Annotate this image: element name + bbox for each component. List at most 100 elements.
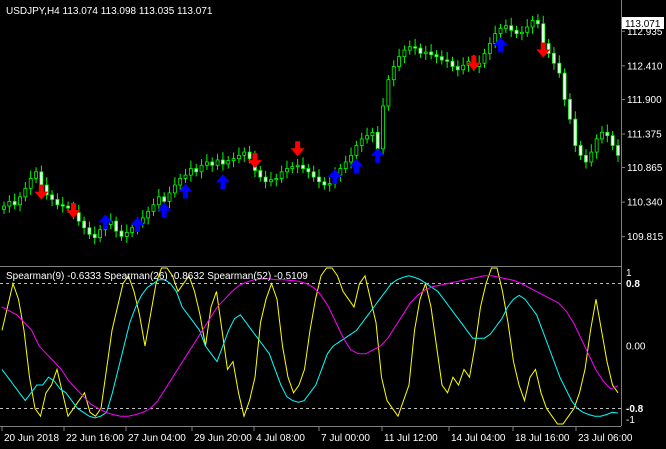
candle bbox=[343, 155, 348, 174]
indicator-tick-label: -0.8 bbox=[626, 404, 644, 415]
current-price-tag: 113.071 bbox=[622, 17, 664, 30]
candle bbox=[119, 224, 124, 241]
candle bbox=[429, 44, 434, 60]
candle bbox=[327, 177, 332, 192]
candle bbox=[92, 226, 97, 245]
candle bbox=[605, 124, 610, 143]
candle bbox=[397, 48, 401, 72]
candle bbox=[487, 37, 492, 60]
candle bbox=[381, 98, 385, 156]
sell-arrow-icon bbox=[290, 141, 305, 157]
candle bbox=[306, 163, 311, 179]
candle bbox=[610, 131, 615, 151]
price-tick-label: 111.375 bbox=[627, 129, 662, 140]
time-tick-label: 18 Jul 16:00 bbox=[515, 433, 570, 444]
candle bbox=[140, 210, 145, 228]
indicator-lines bbox=[1, 267, 619, 425]
candle bbox=[2, 201, 6, 214]
candle bbox=[23, 182, 28, 202]
candle bbox=[210, 157, 215, 172]
candle bbox=[50, 190, 54, 207]
candle bbox=[514, 25, 519, 39]
price-scale[interactable]: 112.935112.410111.900111.375110.865110.3… bbox=[621, 27, 664, 243]
candle bbox=[455, 60, 460, 77]
candle bbox=[338, 163, 343, 182]
candle bbox=[290, 161, 295, 174]
candle bbox=[274, 173, 279, 187]
spearman-indicator-pane[interactable] bbox=[0, 267, 621, 425]
candle bbox=[151, 198, 156, 216]
price-chart-area[interactable] bbox=[2, 14, 620, 245]
time-tick-label: 7 Jul 00:00 bbox=[321, 433, 370, 444]
time-tick-label: 20 Jun 2018 bbox=[4, 433, 59, 444]
candle bbox=[600, 126, 604, 144]
candle bbox=[370, 127, 375, 143]
candle bbox=[365, 127, 369, 144]
time-tick-label: 11 Jul 12:00 bbox=[384, 433, 438, 444]
candle bbox=[28, 170, 33, 195]
candle bbox=[616, 139, 620, 162]
candle bbox=[98, 225, 103, 243]
candle bbox=[418, 43, 423, 58]
candle bbox=[76, 204, 81, 226]
candle bbox=[194, 163, 199, 177]
candle bbox=[130, 223, 135, 237]
candle bbox=[322, 177, 327, 190]
candle bbox=[87, 221, 92, 239]
candle bbox=[568, 93, 572, 124]
candle bbox=[114, 216, 119, 238]
candle bbox=[519, 26, 524, 41]
candle bbox=[423, 45, 428, 60]
time-tick-label: 23 Jul 06:00 bbox=[578, 433, 633, 444]
candle bbox=[285, 160, 289, 179]
candle bbox=[445, 52, 450, 68]
candle bbox=[509, 17, 514, 37]
indicator-scale[interactable]: 10.8 0.00 -0.8-1 bbox=[626, 268, 646, 426]
candle bbox=[530, 15, 535, 34]
candle bbox=[55, 193, 60, 210]
candle bbox=[7, 195, 12, 213]
spearman-9-line bbox=[1, 267, 619, 425]
candle bbox=[183, 168, 188, 184]
candle bbox=[18, 192, 22, 212]
candle bbox=[589, 144, 594, 167]
symbol-line: USDJPY,H4 113.074 113.098 113.035 113.07… bbox=[6, 6, 213, 17]
indicator-title: Spearman(9) -0.6333 Spearman(26) -0.8632… bbox=[6, 271, 308, 282]
candle bbox=[354, 140, 359, 160]
candle bbox=[44, 177, 49, 200]
candle bbox=[573, 111, 578, 153]
candle bbox=[525, 19, 530, 37]
signal-arrows-layer bbox=[34, 37, 551, 233]
candle bbox=[439, 50, 444, 65]
time-axis[interactable]: 20 Jun 2018 22 Jun 16:00 27 Jun 04:00 29 Ju… bbox=[1, 426, 633, 444]
candle bbox=[386, 75, 391, 111]
candle bbox=[124, 224, 129, 243]
candle bbox=[215, 153, 220, 170]
candle bbox=[503, 19, 508, 33]
candle bbox=[536, 14, 540, 29]
chart-window[interactable]: USDJPY,H4 113.074 113.098 113.035 113.07… bbox=[0, 0, 666, 449]
indicator-tick-label: 1 bbox=[626, 268, 632, 279]
candle bbox=[562, 68, 567, 107]
candle bbox=[188, 160, 193, 182]
candle bbox=[594, 134, 599, 159]
candle bbox=[557, 55, 562, 78]
candle bbox=[146, 206, 151, 225]
candle bbox=[311, 165, 316, 182]
candle bbox=[546, 38, 551, 58]
buy-arrow-icon bbox=[215, 174, 230, 190]
candle bbox=[301, 157, 305, 174]
candle bbox=[221, 152, 225, 171]
candle bbox=[461, 57, 466, 75]
candle bbox=[584, 149, 588, 169]
candle bbox=[199, 158, 204, 179]
candle bbox=[231, 152, 236, 168]
candle bbox=[295, 158, 300, 174]
candle bbox=[552, 47, 556, 70]
price-tick-label: 110.865 bbox=[627, 163, 663, 174]
candle bbox=[172, 177, 177, 198]
candle bbox=[482, 48, 487, 68]
candle bbox=[226, 156, 231, 169]
price-tick-label: 112.410 bbox=[627, 61, 663, 72]
candles-layer bbox=[2, 14, 620, 245]
